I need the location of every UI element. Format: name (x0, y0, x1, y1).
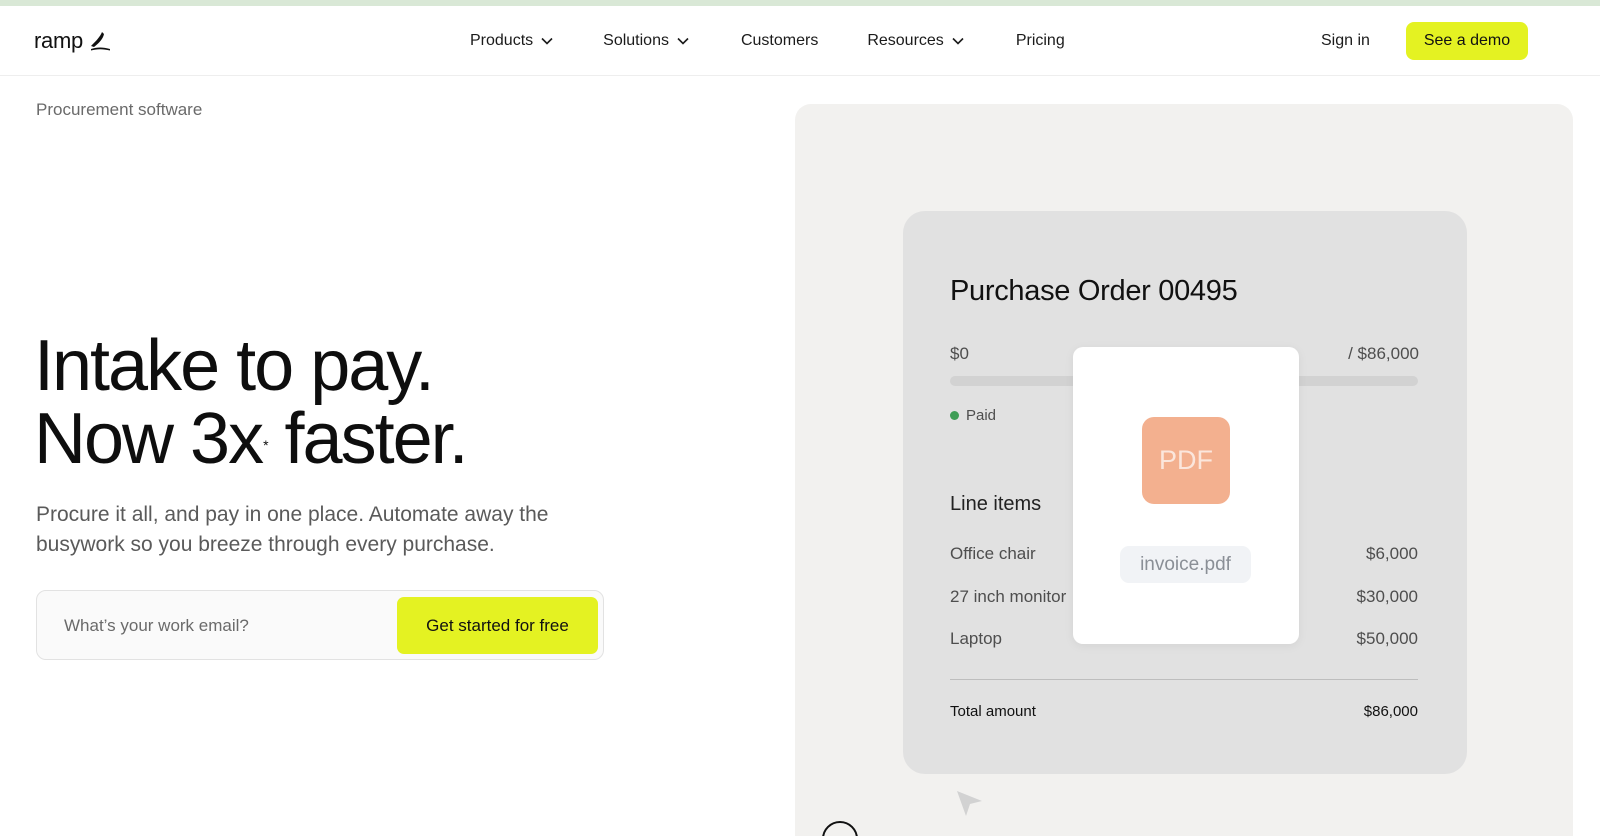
nav-solutions-label: Solutions (603, 32, 669, 49)
nav-resources[interactable]: Resources (867, 32, 964, 50)
line-item-price: $50,000 (1356, 629, 1418, 648)
total-divider (950, 679, 1418, 680)
footnote-asterisk[interactable]: * (263, 437, 269, 453)
line-item-name: Laptop (950, 629, 1002, 648)
total-value: $86,000 (1363, 703, 1418, 720)
line-item-name: 27 inch monitor (950, 587, 1067, 606)
line-items-heading: Line items (950, 493, 1042, 515)
line-item-name: Office chair (950, 544, 1036, 563)
purchase-order-title: Purchase Order 00495 (950, 275, 1238, 307)
chevron-down-icon (677, 37, 689, 45)
page-eyebrow: Procurement software (36, 100, 203, 119)
nav-resources-label: Resources (867, 32, 944, 49)
chevron-down-icon (541, 37, 553, 45)
ramp-logo[interactable]: ramp (34, 28, 111, 54)
nav-solutions[interactable]: Solutions (603, 32, 689, 50)
top-navigation: ramp Products Solutions Customers Resour… (0, 6, 1600, 76)
headline-line-1: Intake to pay. (34, 326, 435, 406)
nav-products[interactable]: Products (470, 32, 553, 50)
headline-faster: faster. (266, 399, 469, 479)
status-label: Paid (966, 407, 997, 424)
nav-products-label: Products (470, 32, 534, 49)
line-item-price: $6,000 (1366, 544, 1418, 563)
work-email-input[interactable]: What’s your work email? (64, 616, 249, 636)
amount-total: / $86,000 (1348, 344, 1419, 363)
loading-spinner-icon (822, 821, 858, 836)
pdf-file-icon: PDF (1142, 417, 1230, 504)
nav-customers-label: Customers (740, 32, 819, 49)
headline-speed: Now 3x (34, 399, 264, 479)
amount-paid: $0 (950, 344, 969, 363)
status-dot-icon (950, 411, 959, 420)
total-label: Total amount (950, 703, 1036, 720)
main-menu: Products Solutions Customers Resources P… (470, 6, 1065, 76)
headline-line-2: Now 3x* faster. (34, 403, 469, 476)
sign-in-link[interactable]: Sign in (1321, 32, 1370, 50)
chevron-down-icon (952, 37, 964, 45)
get-started-button[interactable]: Get started for free (397, 597, 598, 654)
invoice-attachment-card[interactable]: PDF invoice.pdf (1073, 347, 1299, 644)
ramp-wing-icon (90, 32, 110, 51)
nav-customers[interactable]: Customers (741, 32, 818, 50)
invoice-filename: invoice.pdf (1120, 546, 1251, 583)
see-demo-button[interactable]: See a demo (1406, 22, 1528, 60)
hero-subtext: Procure it all, and pay in one place. Au… (36, 503, 549, 556)
nav-pricing[interactable]: Pricing (1016, 32, 1065, 50)
status-badge: Paid (950, 407, 996, 424)
email-signup-form: What’s your work email? Get started for … (36, 590, 604, 660)
logo-text: ramp (34, 28, 83, 53)
nav-pricing-label: Pricing (1015, 32, 1065, 49)
mouse-pointer-icon (957, 791, 982, 816)
line-item-price: $30,000 (1356, 587, 1418, 606)
hero-headline: Intake to pay. Now 3x* faster. (34, 326, 469, 476)
